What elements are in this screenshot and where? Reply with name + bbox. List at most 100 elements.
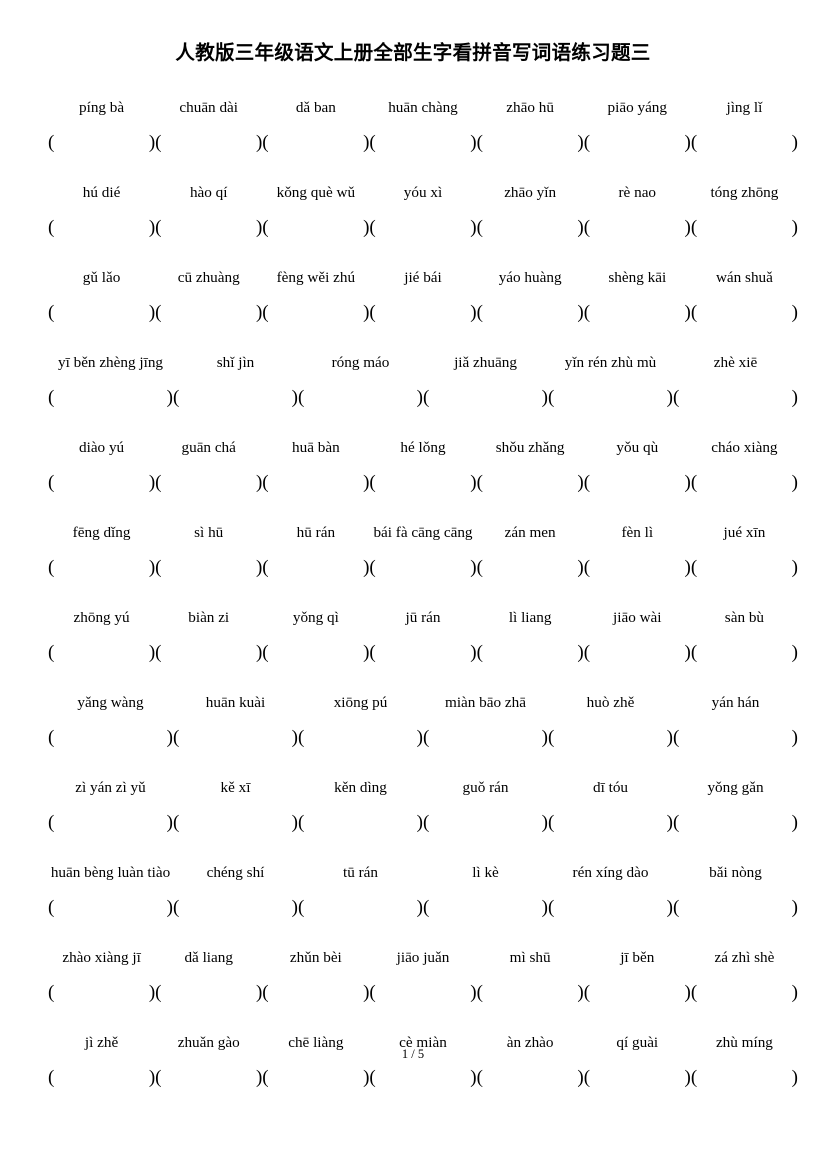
pinyin-word: yǎng wàng — [77, 694, 144, 712]
answer-blank[interactable]: () — [173, 728, 298, 747]
answer-blank[interactable]: () — [584, 133, 691, 152]
answer-blank[interactable]: () — [423, 388, 548, 407]
answer-blank[interactable]: () — [48, 898, 173, 917]
answer-blank[interactable]: () — [155, 133, 262, 152]
answer-blank[interactable]: () — [548, 898, 673, 917]
answer-blank[interactable]: () — [155, 218, 262, 237]
answer-blank[interactable]: () — [477, 303, 584, 322]
answer-blank[interactable]: () — [673, 388, 798, 407]
answer-blank[interactable]: () — [691, 218, 798, 237]
answer-blank[interactable]: () — [691, 983, 798, 1002]
paren-open: ( — [48, 302, 55, 324]
answer-blank[interactable]: () — [584, 983, 691, 1002]
answer-blank[interactable]: () — [48, 303, 155, 322]
pinyin-word: hé lǒng — [400, 439, 446, 457]
answer-blank[interactable]: () — [477, 1068, 584, 1087]
answer-blank[interactable]: () — [423, 813, 548, 832]
answer-blank[interactable]: () — [548, 388, 673, 407]
answer-blank[interactable]: () — [173, 813, 298, 832]
answer-blank[interactable]: () — [369, 643, 476, 662]
answer-blank[interactable]: () — [477, 643, 584, 662]
answer-blank[interactable]: () — [48, 643, 155, 662]
answer-blank[interactable]: () — [48, 133, 155, 152]
answer-blank[interactable]: () — [691, 473, 798, 492]
answer-blank[interactable]: () — [477, 983, 584, 1002]
answer-blank[interactable]: () — [262, 643, 369, 662]
answer-blank[interactable]: () — [584, 558, 691, 577]
pinyin-prompt-line: yǎng wàng huān kuài xiōng pú miàn bāo zhā hu… — [48, 680, 798, 710]
answer-blank[interactable]: () — [48, 218, 155, 237]
answer-blank-line: ()()()()()()() — [48, 200, 798, 255]
answer-blank[interactable]: () — [369, 218, 476, 237]
paren-open: ( — [155, 557, 162, 579]
answer-blank[interactable]: () — [298, 813, 423, 832]
answer-blank[interactable]: () — [369, 473, 476, 492]
paren-open: ( — [548, 812, 555, 834]
answer-blank[interactable]: () — [673, 728, 798, 747]
pinyin-word: jū rán — [405, 609, 441, 627]
answer-blank[interactable]: () — [262, 983, 369, 1002]
pinyin-word: jī běn — [620, 949, 655, 967]
answer-blank[interactable]: () — [691, 1068, 798, 1087]
answer-blank[interactable]: () — [477, 558, 584, 577]
answer-blank[interactable]: () — [584, 643, 691, 662]
answer-blank[interactable]: () — [155, 558, 262, 577]
answer-blank[interactable]: () — [369, 558, 476, 577]
answer-blank[interactable]: () — [48, 388, 173, 407]
pinyin-prompt-line: diào yú guān chá huā bàn hé lǒng shǒu zhǎng y… — [48, 425, 798, 455]
pinyin-word: kě xī — [220, 779, 251, 797]
answer-blank[interactable]: () — [423, 728, 548, 747]
pinyin-word: jìng lǐ — [726, 99, 763, 117]
answer-blank[interactable]: () — [673, 813, 798, 832]
answer-blank[interactable]: () — [298, 728, 423, 747]
answer-blank[interactable]: () — [691, 643, 798, 662]
answer-blank[interactable]: () — [691, 303, 798, 322]
answer-blank[interactable]: () — [48, 558, 155, 577]
answer-blank[interactable]: () — [477, 473, 584, 492]
paren-open: ( — [48, 1067, 55, 1089]
answer-blank[interactable]: () — [298, 898, 423, 917]
answer-blank[interactable]: () — [262, 303, 369, 322]
answer-blank[interactable]: () — [48, 983, 155, 1002]
answer-blank[interactable]: () — [477, 218, 584, 237]
answer-blank[interactable]: () — [584, 218, 691, 237]
answer-blank[interactable]: () — [173, 388, 298, 407]
answer-blank[interactable]: () — [691, 133, 798, 152]
answer-blank[interactable]: () — [369, 133, 476, 152]
answer-blank[interactable]: () — [155, 983, 262, 1002]
answer-blank[interactable]: () — [48, 473, 155, 492]
answer-blank[interactable]: () — [548, 813, 673, 832]
answer-blank[interactable]: () — [369, 303, 476, 322]
answer-blank[interactable]: () — [584, 303, 691, 322]
answer-blank[interactable]: () — [262, 1068, 369, 1087]
answer-blank[interactable]: () — [262, 558, 369, 577]
answer-blank[interactable]: () — [369, 983, 476, 1002]
answer-blank[interactable]: () — [298, 388, 423, 407]
paren-close: ) — [791, 1067, 798, 1089]
answer-blank[interactable]: () — [155, 303, 262, 322]
answer-blank[interactable]: () — [155, 473, 262, 492]
answer-blank[interactable]: () — [155, 643, 262, 662]
answer-blank[interactable]: () — [477, 133, 584, 152]
paren-open: ( — [48, 557, 55, 579]
answer-blank[interactable]: () — [155, 1068, 262, 1087]
answer-blank[interactable]: () — [691, 558, 798, 577]
pinyin-word: wán shuǎ — [715, 269, 773, 287]
answer-blank[interactable]: () — [423, 898, 548, 917]
answer-blank[interactable]: () — [262, 218, 369, 237]
pinyin-word: yǐn rén zhù mù — [564, 354, 657, 372]
answer-blank[interactable]: () — [673, 898, 798, 917]
answer-blank[interactable]: () — [584, 473, 691, 492]
answer-blank[interactable]: () — [173, 898, 298, 917]
answer-blank[interactable]: () — [369, 1068, 476, 1087]
answer-blank[interactable]: () — [262, 133, 369, 152]
answer-blank[interactable]: () — [584, 1068, 691, 1087]
answer-blank[interactable]: () — [48, 728, 173, 747]
answer-blank[interactable]: () — [48, 1068, 155, 1087]
answer-blank[interactable]: () — [548, 728, 673, 747]
answer-blank[interactable]: () — [262, 473, 369, 492]
paren-open: ( — [423, 897, 430, 919]
answer-blank[interactable]: () — [48, 813, 173, 832]
paren-open: ( — [476, 557, 483, 579]
paren-open: ( — [369, 557, 376, 579]
